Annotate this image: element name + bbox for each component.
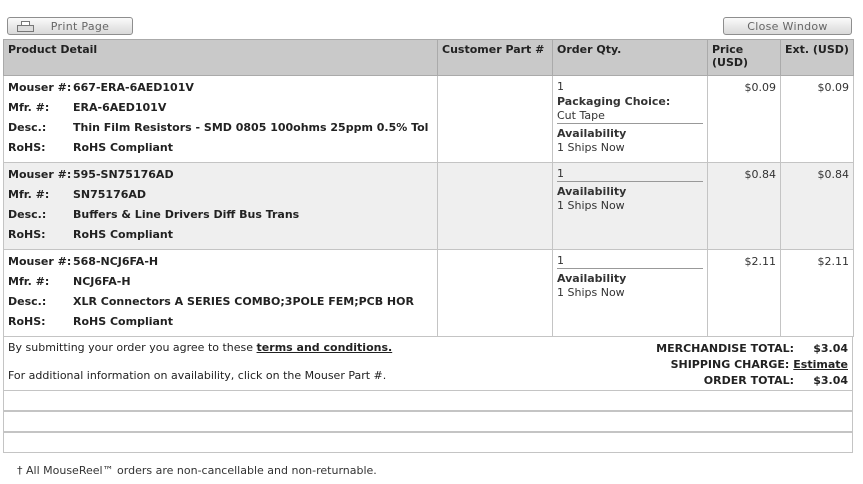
footnote: † All MouseReel™ orders are non-cancella…: [17, 464, 377, 477]
customer-part-cell: [437, 162, 553, 250]
table-row: Mouser #: 568-NCJ6FA-H Mfr. #: NCJ6FA-H De…: [3, 249, 854, 337]
mouser-part-link[interactable]: 667-ERA-6AED101V: [73, 81, 194, 101]
header-customer-part: Customer Part #: [437, 39, 553, 76]
product-detail-cell: Mouser #: 568-NCJ6FA-H Mfr. #: NCJ6FA-H De…: [3, 249, 438, 337]
availability-value: 1 Ships Now: [557, 286, 625, 299]
desc-label: Desc.:: [8, 121, 47, 134]
rohs-label: RoHS:: [8, 315, 46, 328]
order-total-row: ORDER TOTAL: $3.04: [656, 373, 848, 389]
packaging-label: Packaging Choice:: [557, 95, 671, 108]
description: Thin Film Resistors - SMD 0805 100ohms 2…: [73, 121, 429, 134]
terms-link[interactable]: terms and conditions.: [257, 341, 393, 354]
price-cell: $0.84: [707, 162, 781, 250]
mouser-label: Mouser #:: [8, 81, 72, 94]
ext-cell: $0.09: [780, 75, 854, 163]
customer-part-cell: [437, 249, 553, 337]
header-product-detail: Product Detail: [3, 39, 438, 76]
qty-value: 1: [557, 80, 564, 93]
rohs-label: RoHS:: [8, 228, 46, 241]
print-page-button[interactable]: Print Page: [7, 17, 133, 35]
rohs-status: RoHS Compliant: [73, 228, 174, 241]
mouser-label: Mouser #:: [8, 168, 72, 181]
mfr-part: NCJ6FA-H: [73, 275, 131, 288]
price-cell: $0.09: [707, 75, 781, 163]
header-ext: Ext. (USD): [780, 39, 854, 76]
order-total-label: ORDER TOTAL:: [703, 374, 794, 387]
header-price: Price (USD): [707, 39, 781, 76]
blank-row: [3, 432, 853, 453]
qty-value: 1: [557, 254, 703, 269]
description: Buffers & Line Drivers Diff Bus Trans: [73, 208, 300, 221]
merchandise-total-row: MERCHANDISE TOTAL: $3.04: [656, 341, 848, 357]
mfr-label: Mfr. #:: [8, 101, 50, 114]
shipping-charge-row: SHIPPING CHARGE: Estimate: [656, 357, 848, 373]
mfr-label: Mfr. #:: [8, 188, 50, 201]
rohs-status: RoHS Compliant: [73, 315, 174, 328]
terms-prefix: By submitting your order you agree to th…: [8, 341, 254, 354]
ext-cell: $0.84: [780, 162, 854, 250]
shipping-estimate-link[interactable]: Estimate: [793, 357, 848, 373]
shipping-charge-label: SHIPPING CHARGE:: [670, 358, 790, 371]
price-cell: $2.11: [707, 249, 781, 337]
close-window-button[interactable]: Close Window: [723, 17, 852, 35]
customer-part-cell: [437, 75, 553, 163]
availability-label: Availability: [557, 127, 627, 140]
order-summary: By submitting your order you agree to th…: [3, 336, 853, 390]
printer-icon: [17, 21, 34, 32]
mfr-part: SN75176AD: [73, 188, 147, 201]
blank-row: [3, 390, 853, 411]
mfr-label: Mfr. #:: [8, 275, 50, 288]
blank-row: [3, 411, 853, 432]
desc-label: Desc.:: [8, 208, 47, 221]
table-row: Mouser #: 595-SN75176AD Mfr. #: SN75176AD …: [3, 162, 854, 250]
rohs-label: RoHS:: [8, 141, 46, 154]
rohs-status: RoHS Compliant: [73, 141, 174, 154]
table-row: Mouser #: 667-ERA-6AED101V Mfr. #: ERA-6AE…: [3, 75, 854, 163]
availability-label: Availability: [557, 272, 627, 285]
print-page-label: Print Page: [50, 19, 110, 33]
mfr-part: ERA-6AED101V: [73, 101, 167, 114]
totals-block: MERCHANDISE TOTAL: $3.04 SHIPPING CHARGE…: [656, 341, 848, 389]
packaging-value: Cut Tape: [557, 109, 703, 124]
availability-value: 1 Ships Now: [557, 141, 625, 154]
product-detail-cell: Mouser #: 667-ERA-6AED101V Mfr. #: ERA-6AE…: [3, 75, 438, 163]
order-qty-cell: 1 Packaging Choice: Cut Tape Availabilit…: [552, 75, 708, 163]
mouser-label: Mouser #:: [8, 255, 72, 268]
merchandise-total-label: MERCHANDISE TOTAL:: [656, 342, 794, 355]
mouser-part-link[interactable]: 595-SN75176AD: [73, 168, 174, 188]
description: XLR Connectors A SERIES COMBO;3POLE FEM;…: [73, 295, 414, 308]
availability-note: For additional information on availabili…: [8, 369, 387, 382]
table-header-row: Product Detail Customer Part # Order Qty…: [3, 39, 854, 76]
qty-value: 1: [557, 167, 703, 182]
header-order-qty: Order Qty.: [552, 39, 708, 76]
product-detail-cell: Mouser #: 595-SN75176AD Mfr. #: SN75176AD …: [3, 162, 438, 250]
order-total-value: $3.04: [813, 374, 848, 387]
terms-notice: By submitting your order you agree to th…: [8, 341, 392, 354]
availability-value: 1 Ships Now: [557, 199, 625, 212]
desc-label: Desc.:: [8, 295, 47, 308]
merchandise-total-value: $3.04: [813, 342, 848, 355]
availability-label: Availability: [557, 185, 627, 198]
cart-table: Product Detail Customer Part # Order Qty…: [3, 39, 854, 337]
order-qty-cell: 1 Availability 1 Ships Now: [552, 249, 708, 337]
ext-cell: $2.11: [780, 249, 854, 337]
mouser-part-link[interactable]: 568-NCJ6FA-H: [73, 255, 158, 275]
order-qty-cell: 1 Availability 1 Ships Now: [552, 162, 708, 250]
